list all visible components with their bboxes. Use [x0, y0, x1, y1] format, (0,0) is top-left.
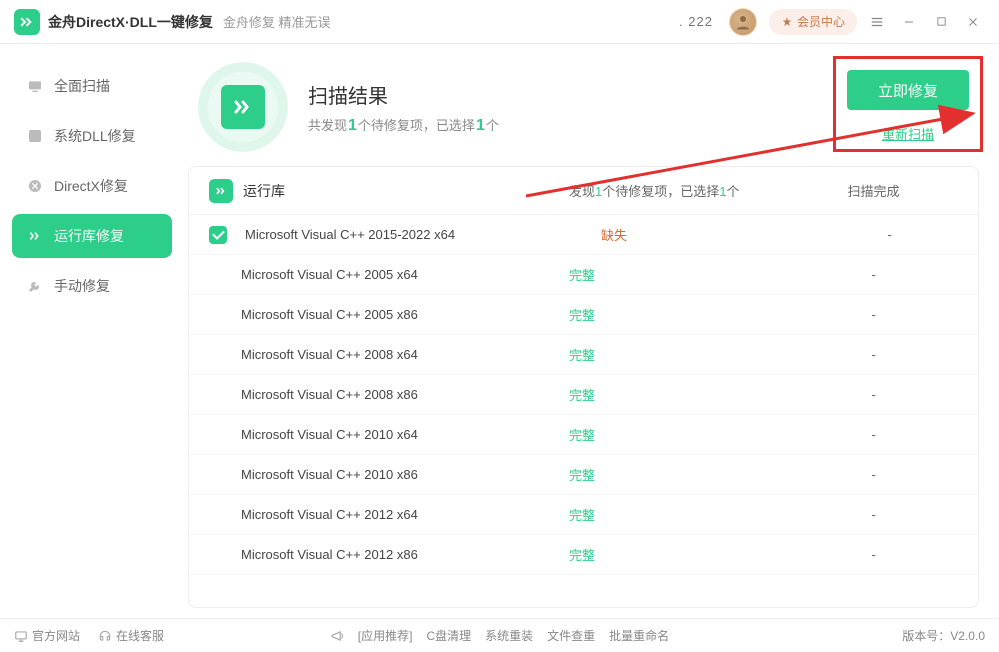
result-icon [198, 62, 288, 152]
version-label: 版本号：V2.0.0 [902, 627, 985, 644]
dup-link[interactable]: 文件查重 [547, 627, 595, 644]
content-area: 扫描结果 共发现1个待修复项，已选择1个 立即修复 重新扫描 运行库 [184, 44, 999, 618]
c-clean-link[interactable]: C盘清理 [426, 627, 471, 644]
sidebar-item-label: 手动修复 [54, 276, 110, 296]
sidebar-item-label: DirectX修复 [54, 176, 128, 196]
sidebar-item-label: 系统DLL修复 [54, 126, 136, 146]
app-logo [14, 9, 40, 35]
table-row: Microsoft Visual C++ 2008 x86完整- [189, 375, 978, 415]
sidebar-item-label: 全面扫描 [54, 76, 110, 96]
sidebar-item-label: 运行库修复 [54, 226, 124, 246]
titlebar: 金舟DirectX·DLL一键修复 金舟修复 精准无误 . 222 会员中心 [0, 0, 999, 44]
checkbox[interactable] [209, 226, 227, 244]
app-recommend-link[interactable]: [应用推荐] [358, 627, 413, 644]
support-link[interactable]: 在线客服 [98, 627, 164, 644]
table-row: Microsoft Visual C++ 2010 x64完整- [189, 415, 978, 455]
row-progress: - [789, 267, 958, 282]
points-text: . 222 [679, 14, 713, 29]
sidebar-item-runtime[interactable]: 运行库修复 [12, 214, 172, 258]
avatar[interactable] [729, 8, 757, 36]
row-progress: - [789, 427, 958, 442]
row-status: 完整 [569, 265, 789, 284]
sidebar-item-fullscan[interactable]: 全面扫描 [12, 64, 172, 108]
footer-tools: [应用推荐] C盘清理 系统重装 文件查重 批量重命名 [330, 627, 669, 644]
row-name: Microsoft Visual C++ 2008 x86 [209, 387, 569, 402]
wrench-icon [26, 277, 44, 295]
row-name: Microsoft Visual C++ 2012 x64 [209, 507, 569, 522]
table-row: Microsoft Visual C++ 2008 x64完整- [189, 335, 978, 375]
table-header: 运行库 发现1个待修复项，已选择1个 扫描完成 [189, 167, 978, 215]
maximize-button[interactable] [929, 10, 953, 34]
directx-icon [26, 177, 44, 195]
result-title: 扫描结果 [308, 80, 499, 109]
rescan-link[interactable]: 重新扫描 [882, 124, 934, 143]
official-site-link[interactable]: 官方网站 [14, 627, 80, 644]
repair-button[interactable]: 立即修复 [847, 70, 969, 110]
scan-result-header: 扫描结果 共发现1个待修复项，已选择1个 立即修复 重新扫描 [188, 58, 979, 166]
app-title: 金舟DirectX·DLL一键修复 [48, 12, 213, 32]
dll-icon [26, 127, 44, 145]
sidebar-item-directx[interactable]: DirectX修复 [12, 164, 172, 208]
row-status: 完整 [569, 465, 789, 484]
row-status: 缺失 [601, 225, 821, 244]
row-name: Microsoft Visual C++ 2005 x64 [209, 267, 569, 282]
row-progress: - [789, 307, 958, 322]
table-row: Microsoft Visual C++ 2012 x86完整- [189, 535, 978, 575]
row-status: 完整 [569, 345, 789, 364]
row-status: 完整 [569, 385, 789, 404]
row-name: Microsoft Visual C++ 2010 x86 [209, 467, 569, 482]
col-name-label: 运行库 [243, 181, 285, 201]
row-status: 完整 [569, 425, 789, 444]
reinstall-link[interactable]: 系统重装 [485, 627, 533, 644]
row-progress: - [789, 507, 958, 522]
table-row: Microsoft Visual C++ 2010 x86完整- [189, 455, 978, 495]
row-name: Microsoft Visual C++ 2010 x64 [209, 427, 569, 442]
app-subtitle: 金舟修复 精准无误 [223, 12, 331, 31]
row-progress: - [821, 227, 958, 242]
row-name: Microsoft Visual C++ 2005 x86 [209, 307, 569, 322]
row-status: 完整 [569, 505, 789, 524]
scan-icon [26, 77, 44, 95]
col-progress-label: 扫描完成 [789, 181, 958, 200]
row-progress: - [789, 467, 958, 482]
row-name: Microsoft Visual C++ 2012 x86 [209, 547, 569, 562]
rename-link[interactable]: 批量重命名 [609, 627, 669, 644]
table-row: Microsoft Visual C++ 2015-2022 x64缺失- [189, 215, 978, 255]
row-progress: - [789, 547, 958, 562]
footer: 官方网站 在线客服 [应用推荐] C盘清理 系统重装 文件查重 批量重命名 版本… [0, 618, 999, 652]
table-row: Microsoft Visual C++ 2005 x86完整- [189, 295, 978, 335]
vip-label: 会员中心 [797, 13, 845, 30]
sidebar: 全面扫描 系统DLL修复 DirectX修复 运行库修复 手动修复 [0, 44, 184, 618]
megaphone-icon [330, 629, 344, 643]
menu-button[interactable] [865, 10, 889, 34]
row-progress: - [789, 387, 958, 402]
col-status-label: 发现1个待修复项，已选择1个 [569, 181, 789, 200]
row-name: Microsoft Visual C++ 2015-2022 x64 [241, 227, 601, 242]
runtime-table: 运行库 发现1个待修复项，已选择1个 扫描完成 Microsoft Visual… [188, 166, 979, 608]
sidebar-item-dll[interactable]: 系统DLL修复 [12, 114, 172, 158]
result-subtitle: 共发现1个待修复项，已选择1个 [308, 115, 499, 135]
close-button[interactable] [961, 10, 985, 34]
row-status: 完整 [569, 545, 789, 564]
table-row: Microsoft Visual C++ 2012 x64完整- [189, 495, 978, 535]
runtime-icon [26, 227, 44, 245]
row-status: 完整 [569, 305, 789, 324]
runtime-header-icon [209, 179, 233, 203]
minimize-button[interactable] [897, 10, 921, 34]
row-name: Microsoft Visual C++ 2008 x64 [209, 347, 569, 362]
row-progress: - [789, 347, 958, 362]
table-row: Microsoft Visual C++ 2005 x64完整- [189, 255, 978, 295]
vip-button[interactable]: 会员中心 [769, 9, 857, 35]
sidebar-item-manual[interactable]: 手动修复 [12, 264, 172, 308]
